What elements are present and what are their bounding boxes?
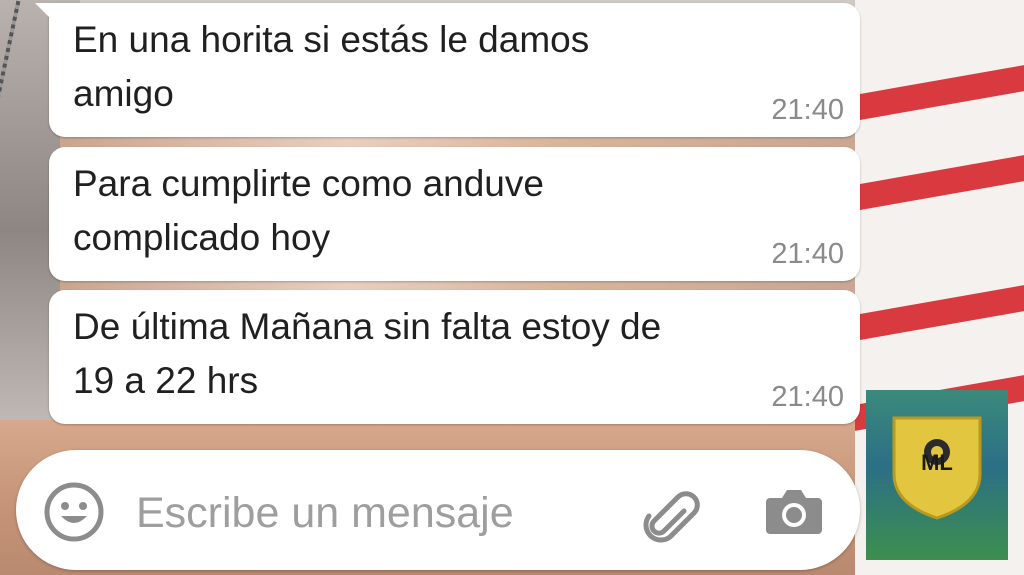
message-input[interactable] — [134, 484, 618, 542]
message-text: En una horita si estás le damos amigo — [73, 19, 590, 114]
overlay-logo-badge: ML — [866, 390, 1008, 560]
badge-logo-text: ML — [921, 450, 953, 475]
message-timestamp: 21:40 — [771, 94, 844, 126]
incoming-message-bubble[interactable]: En una horita si estás le damos amigo 21… — [35, 3, 860, 137]
camera-icon[interactable] — [764, 486, 824, 536]
incoming-message-bubble[interactable]: De última Mañana sin falta estoy de 19 a… — [49, 290, 860, 424]
message-timestamp: 21:40 — [771, 238, 844, 270]
message-timestamp: 21:40 — [771, 381, 844, 413]
message-text: Para cumplirte como anduve complicado ho… — [73, 163, 544, 258]
message-composer — [16, 450, 860, 570]
attach-icon[interactable] — [636, 483, 702, 549]
emoji-icon[interactable] — [44, 482, 104, 542]
message-text: De última Mañana sin falta estoy de 19 a… — [73, 306, 662, 401]
incoming-message-bubble[interactable]: Para cumplirte como anduve complicado ho… — [49, 147, 860, 281]
